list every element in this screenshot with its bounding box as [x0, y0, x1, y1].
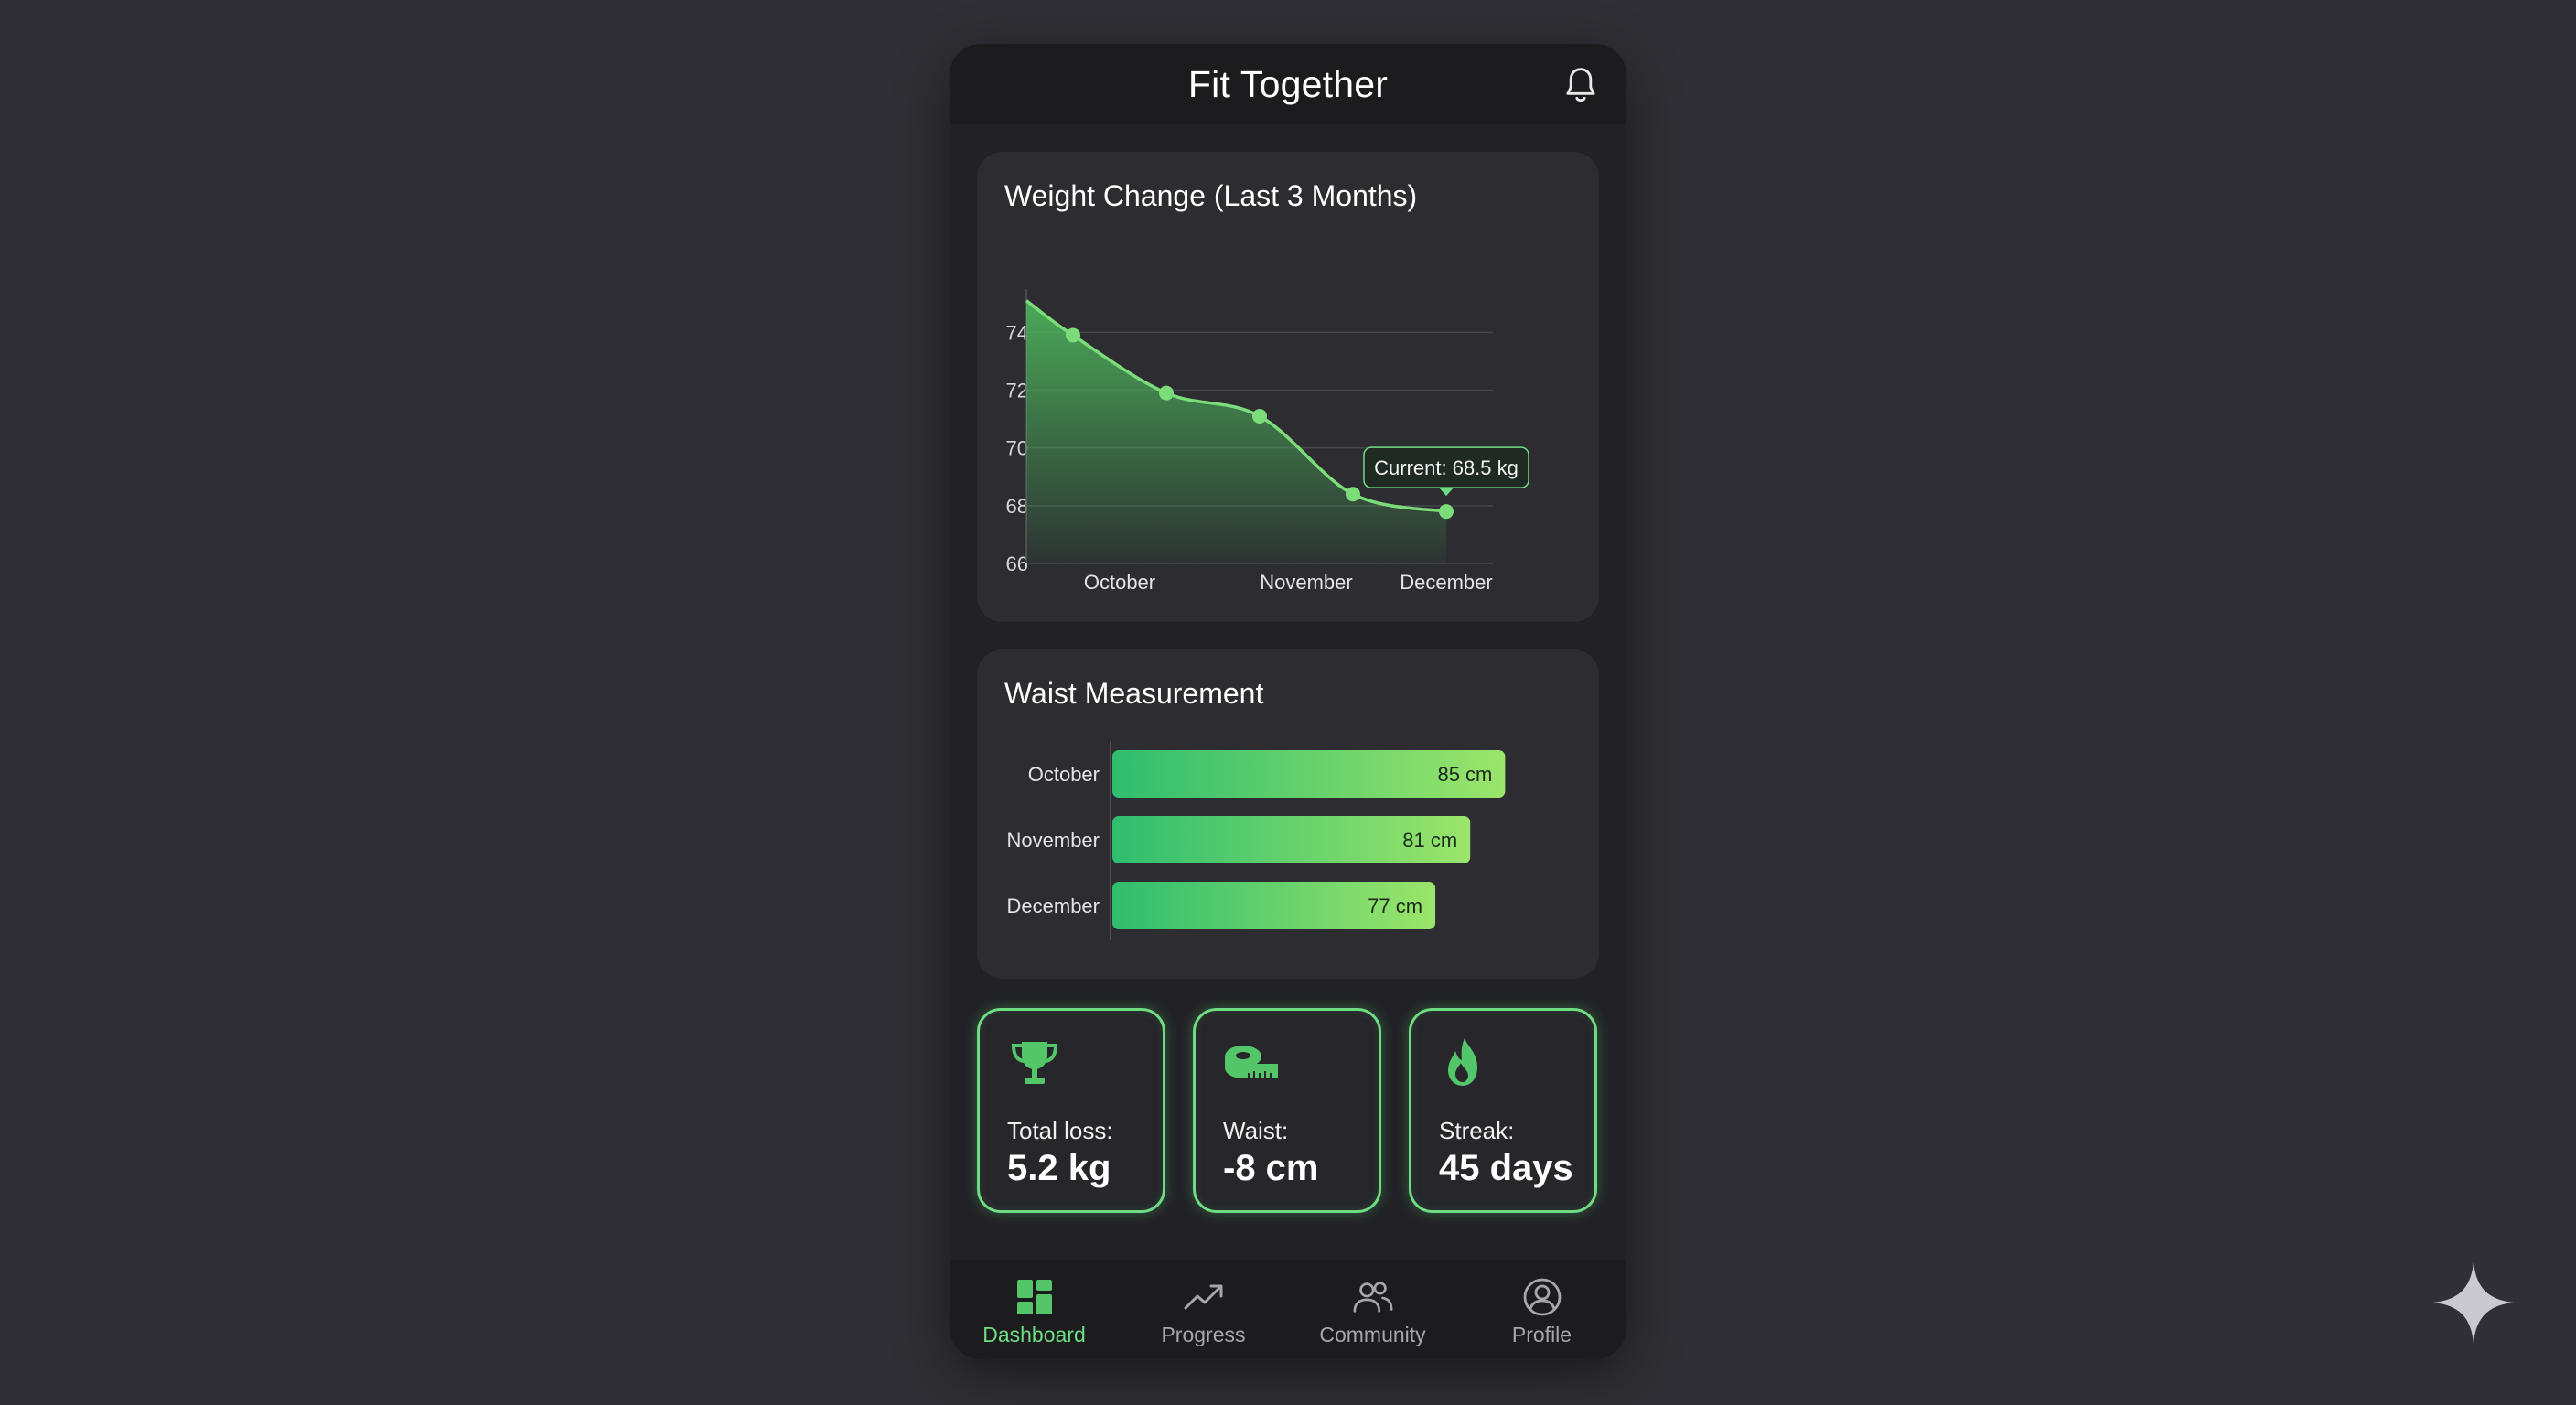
y-tick-label: 66	[1006, 552, 1028, 575]
nav-community[interactable]: Community	[1288, 1260, 1457, 1359]
app-header: Fit Together	[950, 44, 1626, 124]
stats-row: Total loss: 5.2 kg Waist: -8 cm Streak: …	[977, 1008, 1599, 1215]
data-point	[1159, 385, 1174, 401]
stat-label: Streak:	[1439, 1117, 1515, 1144]
bar-category-label: November	[1007, 829, 1100, 852]
nav-progress[interactable]: Progress	[1119, 1260, 1288, 1359]
stat-streak[interactable]: Streak: 45 days	[1409, 1008, 1597, 1213]
tape-measure-icon	[1225, 1046, 1278, 1078]
nav-label: Profile	[1511, 1323, 1572, 1346]
bar-category-label: October	[1028, 763, 1100, 786]
bar-value-label: 77 cm	[1368, 895, 1422, 917]
y-tick-label: 68	[1006, 495, 1028, 518]
stat-label: Total loss:	[1007, 1117, 1113, 1144]
bottom-navigation: Dashboard Progress Community Profile	[950, 1260, 1626, 1359]
stat-value: 45 days	[1439, 1148, 1573, 1188]
data-point	[1346, 487, 1360, 502]
bar-category-label: December	[1007, 895, 1100, 917]
app-title: Fit Together	[1187, 62, 1389, 105]
notifications-button[interactable]	[1561, 64, 1601, 108]
trophy-icon	[1011, 1042, 1058, 1084]
data-point	[1439, 504, 1454, 520]
bell-icon	[1566, 68, 1595, 102]
bar-value-label: 81 cm	[1402, 829, 1457, 852]
waist-card-title: Waist Measurement	[1004, 677, 1264, 710]
weight-area	[1026, 300, 1446, 563]
weight-chart: 74 72 70 68 66 October November December Current…	[1006, 289, 1530, 594]
x-tick-label: November	[1260, 571, 1352, 594]
stat-waist[interactable]: Waist: -8 cm	[1193, 1008, 1381, 1213]
dashboard-icon	[1016, 1280, 1052, 1314]
stat-label: Waist:	[1223, 1117, 1289, 1144]
y-tick-label: 74	[1006, 321, 1028, 344]
trending-up-icon	[1184, 1284, 1222, 1310]
stat-value: -8 cm	[1223, 1148, 1319, 1188]
y-tick-label: 70	[1006, 437, 1028, 460]
nav-profile[interactable]: Profile	[1457, 1260, 1626, 1359]
sparkle-icon	[2433, 1262, 2514, 1343]
weight-change-card: 74 72 70 68 66 October November December Current…	[977, 152, 1599, 622]
x-tick-label: October	[1084, 571, 1155, 594]
nav-label: Dashboard	[982, 1323, 1086, 1346]
nav-label: Progress	[1161, 1323, 1246, 1346]
bar-value-label: 85 cm	[1437, 763, 1492, 786]
y-tick-label: 72	[1006, 380, 1028, 402]
stat-value: 5.2 kg	[1007, 1148, 1111, 1188]
data-point	[1252, 408, 1267, 424]
phone-frame: Fit Together 74 72 70 68 66 October November De…	[950, 44, 1626, 1359]
data-point	[1066, 327, 1080, 343]
tooltip-label: Current: 68.5 kg	[1374, 456, 1519, 479]
tooltip-pointer	[1439, 488, 1454, 497]
flame-icon	[1448, 1038, 1477, 1086]
nav-label: Community	[1319, 1323, 1426, 1346]
nav-dashboard[interactable]: Dashboard	[950, 1260, 1119, 1359]
users-icon	[1353, 1282, 1392, 1313]
weight-card-title: Weight Change (Last 3 Months)	[1004, 179, 1418, 212]
waist-measurement-card: October 85 cm November 81 cm December 77 cm W…	[977, 649, 1599, 979]
user-circle-icon	[1523, 1278, 1561, 1316]
stat-total-loss[interactable]: Total loss: 5.2 kg	[977, 1008, 1165, 1213]
x-tick-label: December	[1400, 571, 1492, 594]
